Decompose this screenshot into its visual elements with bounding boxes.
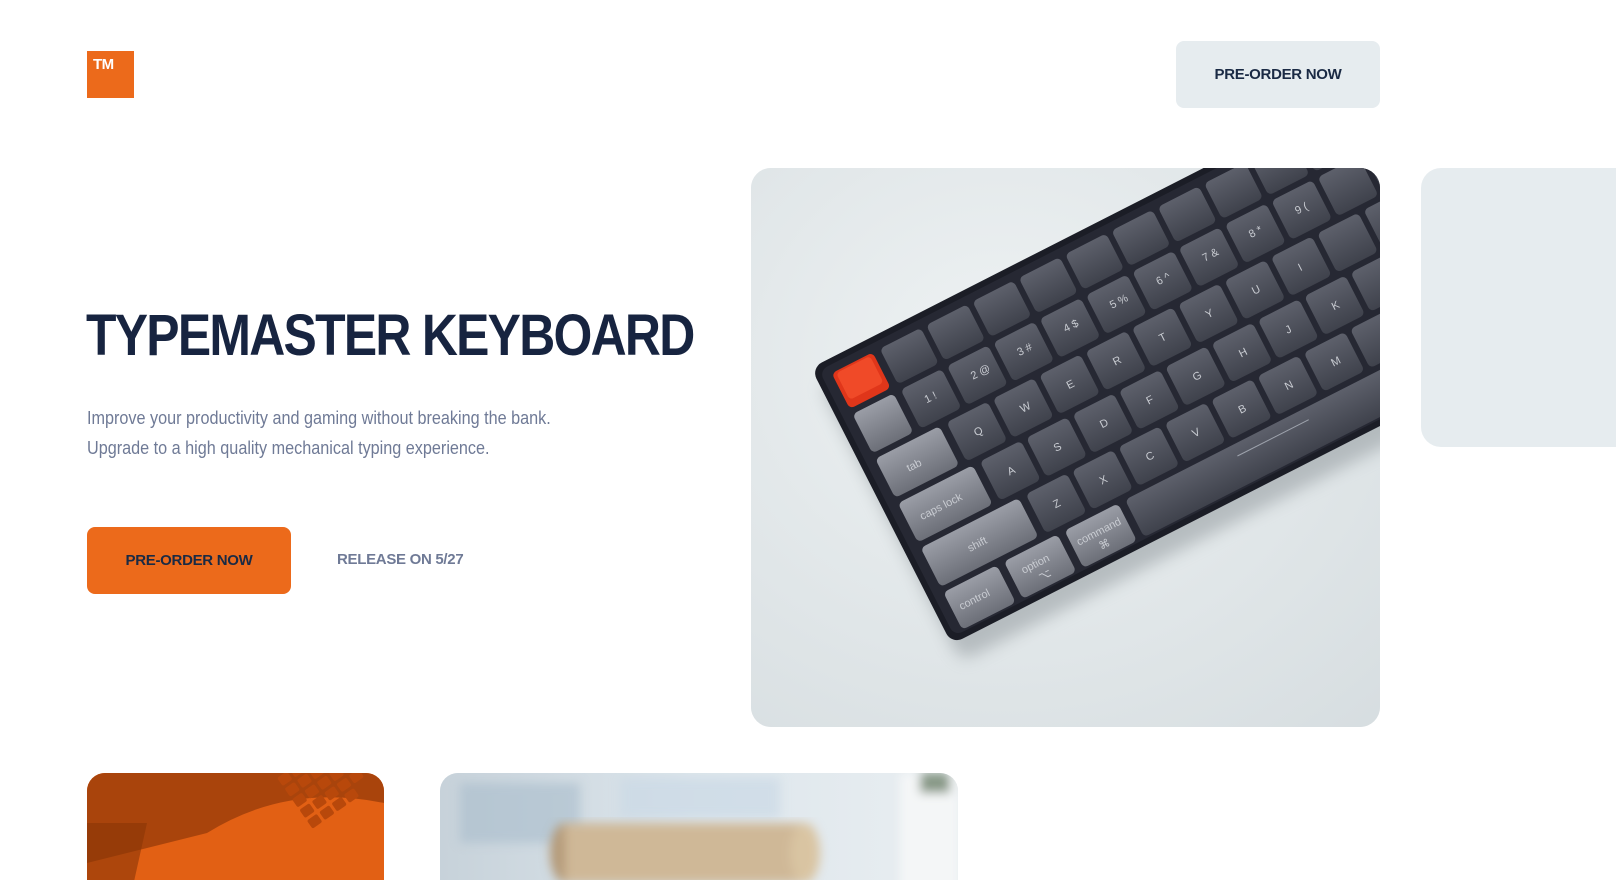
logo-text: TM [93,56,114,73]
hero-preorder-label: PRE-ORDER NOW [125,552,253,569]
brand-logo[interactable]: TM [87,51,134,98]
keyboard-illustration: 1 ! 2 @ 3 # 4 $ 5 % 6 ^ 7 & 8 * 9 ( tab … [751,168,1380,727]
hero-preorder-button[interactable]: PRE-ORDER NOW [87,527,291,594]
orange-keyboard-card[interactable] [87,773,384,880]
hero-description-line-2: Upgrade to a high quality mechanical typ… [87,438,490,458]
desk-scene-card[interactable] [440,773,958,880]
keyboard-hero-image: 1 ! 2 @ 3 # 4 $ 5 % 6 ^ 7 & 8 * 9 ( tab … [751,168,1380,727]
hero-title: TYPEMASTER KEYBOARD [86,303,695,368]
header-preorder-label: PRE-ORDER NOW [1214,66,1342,83]
hero-description-line-1: Improve your productivity and gaming wit… [87,408,551,428]
header-preorder-button[interactable]: PRE-ORDER NOW [1176,41,1380,108]
release-date-note: RELEASE ON 5/27 [337,551,464,568]
carousel-next-card[interactable] [1421,168,1616,447]
hero-description: Improve your productivity and gaming wit… [87,403,591,463]
landing-page: TM PRE-ORDER NOW TYPEMASTER KEYBOARD Imp… [0,0,1616,880]
desk-scene-image [440,773,958,880]
orange-keyboard-image [87,773,384,880]
